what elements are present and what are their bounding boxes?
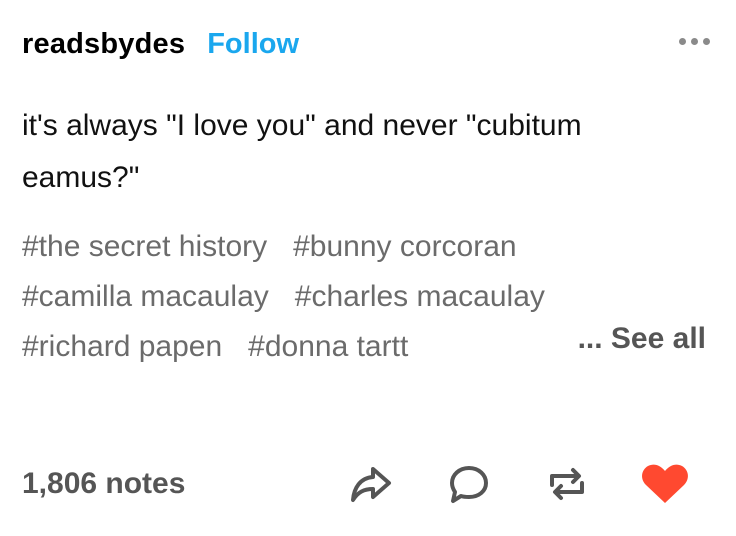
tumblr-post: readsbydes Follow it's always "I love yo…	[0, 0, 736, 536]
more-dot-1	[679, 38, 686, 45]
post-actions	[344, 457, 692, 511]
post-text-line-1: it's always "I love you" and never "cubi…	[22, 109, 582, 142]
tag-row-1: #the secret history #bunny corcoran	[22, 222, 712, 272]
tag-richard-papen[interactable]: #richard papen	[22, 322, 222, 372]
more-dot-2	[691, 38, 698, 45]
reply-icon[interactable]	[442, 457, 496, 511]
share-icon[interactable]	[344, 457, 398, 511]
username-link[interactable]: readsbydes	[22, 28, 185, 61]
reblog-icon[interactable]	[540, 457, 594, 511]
post-body: it's always "I love you" and never "cubi…	[22, 100, 682, 204]
more-dot-3	[703, 38, 710, 45]
tag-donna-tartt[interactable]: #donna tartt	[248, 322, 408, 372]
like-icon[interactable]	[638, 457, 692, 511]
share-icon-svg	[351, 467, 391, 502]
follow-button[interactable]: Follow	[207, 28, 299, 61]
tag-row-2: #camilla macaulay #charles macaulay	[22, 272, 712, 322]
notes-count[interactable]: 1,806 notes	[22, 467, 185, 501]
post-text-line-2: eamus?"	[22, 161, 140, 194]
like-heart-svg	[642, 464, 688, 503]
tag-charles-macaulay[interactable]: #charles macaulay	[295, 272, 545, 322]
more-options-icon[interactable]	[679, 38, 710, 45]
post-header: readsbydes Follow	[22, 24, 714, 64]
post-footer: 1,806 notes	[22, 456, 692, 512]
reblog-icon-svg	[550, 468, 584, 500]
see-all-tags-button[interactable]: ... See all	[578, 322, 706, 356]
reply-icon-svg	[450, 466, 488, 503]
tag-camilla-macaulay[interactable]: #camilla macaulay	[22, 272, 269, 322]
tag-bunny-corcoran[interactable]: #bunny corcoran	[293, 222, 516, 272]
tag-the-secret-history[interactable]: #the secret history	[22, 222, 267, 272]
